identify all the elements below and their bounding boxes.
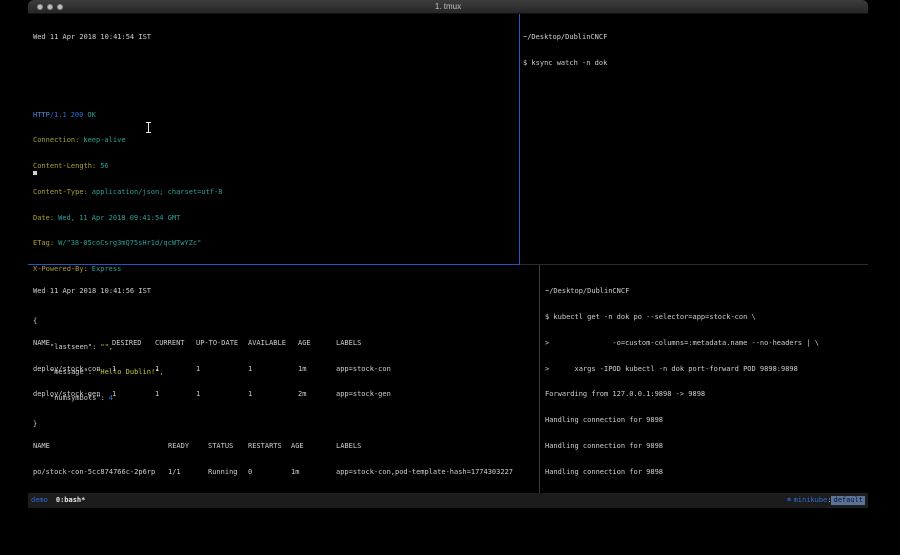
http-header-line: Connection: keep-alive bbox=[33, 136, 517, 145]
cell: po/stock-con-5cc874766c-2p6rp bbox=[33, 468, 168, 477]
minimize-button-icon[interactable] bbox=[47, 4, 53, 10]
table-row: deploy/stock-gen11112mapp=stock-gen bbox=[33, 390, 537, 399]
kubernetes-helm-icon: ⎈ bbox=[787, 496, 792, 505]
header-value: keep-alive bbox=[83, 136, 125, 144]
cell: deploy/stock-con bbox=[33, 365, 112, 374]
cell: 1m bbox=[291, 468, 336, 477]
header-value: Wed, 11 Apr 2018 09:41:54 GMT bbox=[58, 214, 180, 222]
col-header: RESTARTS bbox=[248, 442, 291, 451]
command-line: > -o=custom-columns=:metadata.name --no-… bbox=[545, 339, 866, 348]
header-name: Date: bbox=[33, 214, 54, 222]
col-header: UP-TO-DATE bbox=[196, 339, 248, 348]
cell: 1m bbox=[298, 365, 336, 374]
timestamp: Wed 11 Apr 2018 10:41:54 IST bbox=[33, 33, 517, 42]
pane-divider-vertical-bottom[interactable] bbox=[539, 265, 540, 493]
col-header: DESIRED bbox=[112, 339, 155, 348]
cell: 1 bbox=[112, 390, 155, 399]
cell: Running bbox=[208, 468, 248, 477]
col-header: AGE bbox=[291, 442, 336, 451]
tmux-terminal: Wed 11 Apr 2018 10:41:54 IST HTTP/1.1 200… bbox=[28, 14, 868, 508]
cell: 1 bbox=[196, 390, 248, 399]
cell: 2m bbox=[298, 390, 336, 399]
mouse-ibeam-cursor bbox=[148, 123, 149, 132]
col-header: NAME bbox=[33, 339, 112, 348]
cell: app=stock-con,pod-template-hash=17743032… bbox=[336, 468, 537, 477]
http-header-line: ETag: W/"38-05coCsrg3mQ75sHr1d/qcWTwYZc" bbox=[33, 239, 517, 248]
http-header-line: Date: Wed, 11 Apr 2018 09:41:54 GMT bbox=[33, 214, 517, 223]
terminal-window: 1. tmux Wed 11 Apr 2018 10:41:54 IST HTT… bbox=[28, 0, 868, 508]
http-status-reason: OK bbox=[87, 111, 95, 119]
http-version: /1.1 bbox=[50, 111, 67, 119]
output-line: Forwarding from 127.0.0.1:9898 -> 9898 bbox=[545, 390, 866, 399]
zoom-button-icon[interactable] bbox=[57, 4, 63, 10]
deployments-header-row: NAMEDESIREDCURRENTUP-TO-DATEAVAILABLEAGE… bbox=[33, 339, 537, 348]
cell: 1 bbox=[248, 365, 298, 374]
header-value: W/"38-05coCsrg3mQ75sHr1d/qcWTwYZc" bbox=[58, 239, 201, 247]
http-header-line: Content-Type: application/json; charset=u… bbox=[33, 188, 517, 197]
cell: 1/1 bbox=[168, 468, 208, 477]
header-value: application/json; charset=utf-8 bbox=[92, 188, 223, 196]
header-name: Content-Length: bbox=[33, 162, 96, 170]
cell: 1 bbox=[196, 365, 248, 374]
cell: app=stock-gen bbox=[336, 390, 537, 399]
pane-port-forward[interactable]: ~/Desktop/DublinCNCF $ kubectl get -n do… bbox=[545, 270, 866, 508]
cell: 1 bbox=[248, 390, 298, 399]
header-value: 56 bbox=[100, 162, 108, 170]
command-line: > xargs -IPOD kubectl -n dok port-forwar… bbox=[545, 365, 866, 374]
tmux-status-bar: demo 0:bash* ⎈ minikube : default bbox=[28, 493, 868, 508]
cell: 1 bbox=[155, 365, 196, 374]
table-row: po/stock-con-5cc874766c-2p6rp1/1Running0… bbox=[33, 468, 537, 477]
col-header: NAME bbox=[33, 442, 168, 451]
command-line: $ kubectl get -n dok po --selector=app=s… bbox=[545, 313, 866, 322]
header-name: ETag: bbox=[33, 239, 54, 247]
header-name: Connection: bbox=[33, 136, 79, 144]
table-row: deploy/stock-con11111mapp=stock-con bbox=[33, 365, 537, 374]
output-line: Handling connection for 9898 bbox=[545, 416, 866, 425]
col-header: STATUS bbox=[208, 442, 248, 451]
col-header: AVAILABLE bbox=[248, 339, 298, 348]
command-line: $ ksync watch -n dok bbox=[523, 59, 866, 68]
kube-context: minikube bbox=[794, 496, 828, 505]
timestamp: Wed 11 Apr 2018 10:41:56 IST bbox=[33, 287, 537, 296]
pane-ksync[interactable]: ~/Desktop/DublinCNCF $ ksync watch -n do… bbox=[523, 16, 866, 85]
close-button-icon[interactable] bbox=[37, 4, 43, 10]
cwd-label: ~/Desktop/DublinCNCF bbox=[545, 287, 866, 296]
cell: 1 bbox=[155, 390, 196, 399]
traffic-lights bbox=[37, 4, 63, 10]
col-header: AGE bbox=[298, 339, 336, 348]
col-header: READY bbox=[168, 442, 208, 451]
http-status-line: HTTP/1.1 200OK bbox=[33, 111, 517, 120]
header-name: Content-Type: bbox=[33, 188, 88, 196]
pane-divider-horizontal[interactable] bbox=[520, 264, 868, 265]
cell: 1 bbox=[112, 365, 155, 374]
col-header: LABELS bbox=[336, 339, 537, 348]
output-line: Handling connection for 9898 bbox=[545, 442, 866, 451]
cell: 0 bbox=[248, 468, 291, 477]
cell: app=stock-con bbox=[336, 365, 537, 374]
session-name: demo bbox=[31, 496, 48, 505]
col-header: CURRENT bbox=[155, 339, 196, 348]
http-protocol: HTTP bbox=[33, 111, 50, 119]
window-titlebar[interactable]: 1. tmux bbox=[28, 0, 868, 14]
terminal-cursor bbox=[33, 171, 37, 175]
pods-header-row: NAMEREADYSTATUSRESTARTSAGELABELS bbox=[33, 442, 537, 451]
window-tab-bash[interactable]: 0:bash* bbox=[56, 496, 86, 505]
cwd-label: ~/Desktop/DublinCNCF bbox=[523, 33, 866, 42]
pane-kubectl-get[interactable]: Wed 11 Apr 2018 10:41:56 IST NAMEDESIRED… bbox=[33, 270, 537, 508]
status-right: ⎈ minikube : default bbox=[787, 496, 865, 505]
output-line: Handling connection for 9898 bbox=[545, 468, 866, 477]
pane-divider-horizontal-active[interactable] bbox=[28, 264, 520, 265]
http-status-code: 200 bbox=[71, 111, 84, 119]
window-title: 1. tmux bbox=[28, 0, 868, 14]
col-header: LABELS bbox=[336, 442, 537, 451]
pane-divider-vertical-top[interactable] bbox=[519, 14, 520, 265]
kube-namespace-badge: default bbox=[831, 496, 865, 505]
http-header-line: Content-Length: 56 bbox=[33, 162, 517, 171]
cell: deploy/stock-gen bbox=[33, 390, 112, 399]
